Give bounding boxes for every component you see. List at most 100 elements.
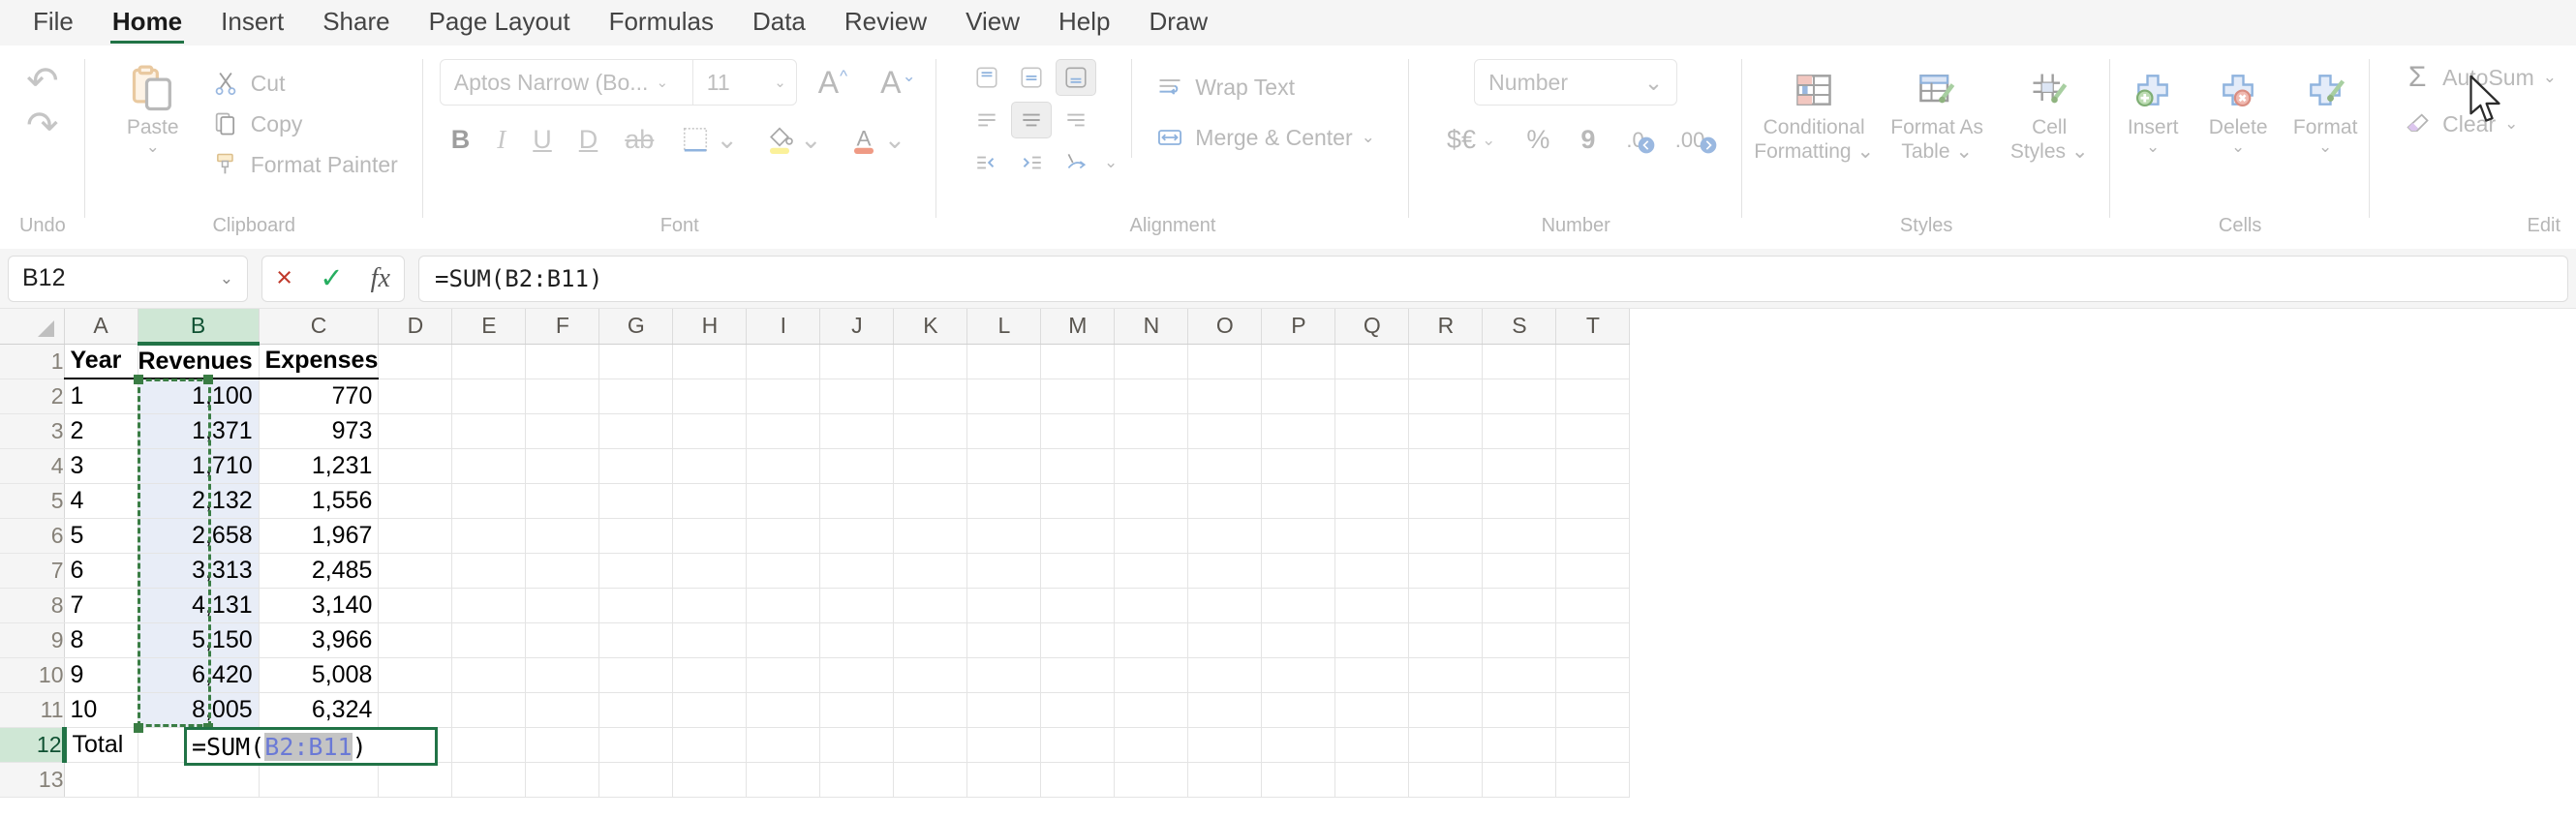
cell-J6[interactable] [819,518,895,554]
cell-A2[interactable]: 1 [64,379,138,414]
cell-G10[interactable] [598,657,674,693]
cell-J13[interactable] [819,762,895,798]
cell-L8[interactable] [966,588,1042,623]
cell-I1[interactable] [746,344,821,379]
cell-M4[interactable] [1040,448,1116,484]
cell-T6[interactable] [1555,518,1631,554]
cell-E6[interactable] [451,518,527,554]
column-header-R[interactable]: R [1408,309,1484,345]
cell-R7[interactable] [1408,553,1484,589]
cell-S10[interactable] [1482,657,1557,693]
cell-M5[interactable] [1040,483,1116,519]
italic-button[interactable]: I [485,121,517,159]
column-header-J[interactable]: J [819,309,895,345]
cell-B7[interactable]: 3,313 [138,553,260,589]
cell-Q5[interactable] [1334,483,1410,519]
column-header-E[interactable]: E [451,309,527,345]
cell-D13[interactable] [378,762,453,798]
chevron-down-icon[interactable]: ⌄ [1644,70,1663,96]
strikethrough-button[interactable]: ab [613,121,665,159]
cell-F2[interactable] [525,379,600,414]
autosum-button[interactable]: Σ AutoSum ⌄ [2397,57,2566,98]
cell-O1[interactable] [1187,344,1263,379]
cell-T3[interactable] [1555,413,1631,449]
cell-Q10[interactable] [1334,657,1410,693]
cell-Q3[interactable] [1334,413,1410,449]
cell-S4[interactable] [1482,448,1557,484]
row-header-13[interactable]: 13 [0,762,65,798]
row-header-5[interactable]: 5 [0,483,65,519]
cell-Q13[interactable] [1334,762,1410,798]
column-header-C[interactable]: C [259,309,380,345]
redo-arrow-icon[interactable]: ↶ [26,104,59,148]
spreadsheet-grid[interactable]: A B C D E F G H I J K L M N O P Q R S T [0,309,2576,798]
cell-P10[interactable] [1261,657,1336,693]
cell-Q11[interactable] [1334,692,1410,728]
column-header-A[interactable]: A [64,309,138,345]
cell-B8[interactable]: 4,131 [138,588,260,623]
cell-J7[interactable] [819,553,895,589]
cell-H7[interactable] [672,553,748,589]
cell-N1[interactable] [1114,344,1189,379]
cell-A8[interactable]: 7 [64,588,138,623]
cell-A10[interactable]: 9 [64,657,138,693]
cell-L4[interactable] [966,448,1042,484]
cell-K7[interactable] [893,553,968,589]
cell-C9[interactable]: 3,966 [259,622,380,658]
cell-A9[interactable]: 8 [64,622,138,658]
cell-D5[interactable] [378,483,453,519]
cell-T2[interactable] [1555,379,1631,414]
cell-D1[interactable] [378,344,453,379]
formula-input[interactable]: =SUM(B2:B11) [418,255,2568,302]
row-header-6[interactable]: 6 [0,518,65,554]
chevron-down-icon[interactable]: ⌄ [2318,138,2332,155]
cell-D9[interactable] [378,622,453,658]
cell-I5[interactable] [746,483,821,519]
cell-A12[interactable]: Total [64,727,138,763]
name-box[interactable]: B12 ⌄ [8,255,248,302]
cell-C4[interactable]: 1,231 [259,448,380,484]
align-middle-button[interactable] [1011,59,1052,96]
column-header-Q[interactable]: Q [1334,309,1410,345]
cell-C5[interactable]: 1,556 [259,483,380,519]
cell-M12[interactable] [1040,727,1116,763]
cell-T13[interactable] [1555,762,1631,798]
cell-G12[interactable] [598,727,674,763]
cell-A4[interactable]: 3 [64,448,138,484]
column-header-K[interactable]: K [893,309,968,345]
cell-R5[interactable] [1408,483,1484,519]
cell-E11[interactable] [451,692,527,728]
chevron-down-icon[interactable]: ⌄ [1482,131,1495,150]
cell-G2[interactable] [598,379,674,414]
cell-O12[interactable] [1187,727,1263,763]
cell-H4[interactable] [672,448,748,484]
cell-G4[interactable] [598,448,674,484]
percent-format-button[interactable]: % [1515,121,1561,159]
cell-F8[interactable] [525,588,600,623]
cell-R10[interactable] [1408,657,1484,693]
cell-L5[interactable] [966,483,1042,519]
decrease-decimal-button[interactable]: .0 [1614,124,1655,157]
cell-K9[interactable] [893,622,968,658]
align-right-button[interactable] [1056,102,1096,138]
underline-button[interactable]: U [521,121,564,159]
cell-R2[interactable] [1408,379,1484,414]
cell-I7[interactable] [746,553,821,589]
cell-F6[interactable] [525,518,600,554]
cell-S6[interactable] [1482,518,1557,554]
cell-J1[interactable] [819,344,895,379]
cell-S13[interactable] [1482,762,1557,798]
cell-S7[interactable] [1482,553,1557,589]
cell-R11[interactable] [1408,692,1484,728]
cell-M9[interactable] [1040,622,1116,658]
cell-E9[interactable] [451,622,527,658]
cell-L9[interactable] [966,622,1042,658]
cell-B2[interactable]: 1,100 [138,379,260,414]
column-header-I[interactable]: I [746,309,821,345]
cell-K11[interactable] [893,692,968,728]
cut-button[interactable]: Cut [205,63,408,104]
cell-G11[interactable] [598,692,674,728]
cell-D4[interactable] [378,448,453,484]
cell-B5[interactable]: 2,132 [138,483,260,519]
cell-O4[interactable] [1187,448,1263,484]
